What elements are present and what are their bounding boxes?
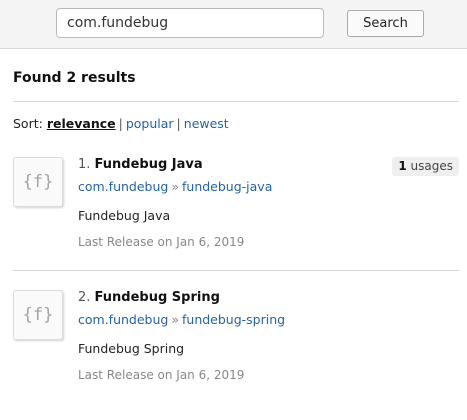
search-input[interactable] <box>56 8 324 38</box>
group-link[interactable]: com.fundebug <box>78 312 168 327</box>
search-header: Search <box>0 0 467 49</box>
sort-popular-link[interactable]: popular <box>126 116 174 131</box>
sort-relevance-link[interactable]: relevance <box>47 116 116 131</box>
result-description: Fundebug Spring <box>78 341 185 356</box>
result-name-link[interactable]: Fundebug Java <box>95 157 203 172</box>
sort-label: Sort: <box>13 116 43 131</box>
divider <box>13 270 459 271</box>
breadcrumb-arrow: » <box>171 312 179 327</box>
package-logo-icon[interactable]: {f} <box>13 290 63 340</box>
divider <box>13 101 459 102</box>
usages-badge: 1 usages <box>392 157 459 176</box>
group-link[interactable]: com.fundebug <box>78 179 168 194</box>
usages-count: 1 <box>398 159 407 173</box>
package-logo-icon[interactable]: {f} <box>13 157 63 207</box>
sort-bar: Sort: relevance | popular | newest <box>13 116 229 131</box>
result-name-link[interactable]: Fundebug Spring <box>95 290 220 305</box>
sort-separator: | <box>176 116 181 131</box>
result-description: Fundebug Java <box>78 208 171 223</box>
result-title: 2. Fundebug Spring <box>78 290 220 305</box>
result-index: 2. <box>78 290 91 305</box>
result-title: 1. Fundebug Java <box>78 157 203 172</box>
sort-newest-link[interactable]: newest <box>184 116 229 131</box>
artifact-link[interactable]: fundebug-spring <box>182 312 285 327</box>
search-result: {f} 2. Fundebug Spring com.fundebug» fund… <box>0 290 467 420</box>
result-release-date: Last Release on Jan 6, 2019 <box>78 235 245 249</box>
results-count-heading: Found 2 results <box>13 70 136 86</box>
sort-separator: | <box>118 116 123 131</box>
result-coordinates: com.fundebug» fundebug-spring <box>78 312 285 327</box>
usages-label: usages <box>410 159 453 173</box>
breadcrumb-arrow: » <box>171 179 179 194</box>
search-button[interactable]: Search <box>347 10 424 37</box>
artifact-link[interactable]: fundebug-java <box>182 179 272 194</box>
result-coordinates: com.fundebug» fundebug-java <box>78 179 272 194</box>
result-index: 1. <box>78 157 91 172</box>
result-release-date: Last Release on Jan 6, 2019 <box>78 368 245 382</box>
search-result: {f} 1. Fundebug Java 1 usages com.fundeb… <box>0 157 467 287</box>
